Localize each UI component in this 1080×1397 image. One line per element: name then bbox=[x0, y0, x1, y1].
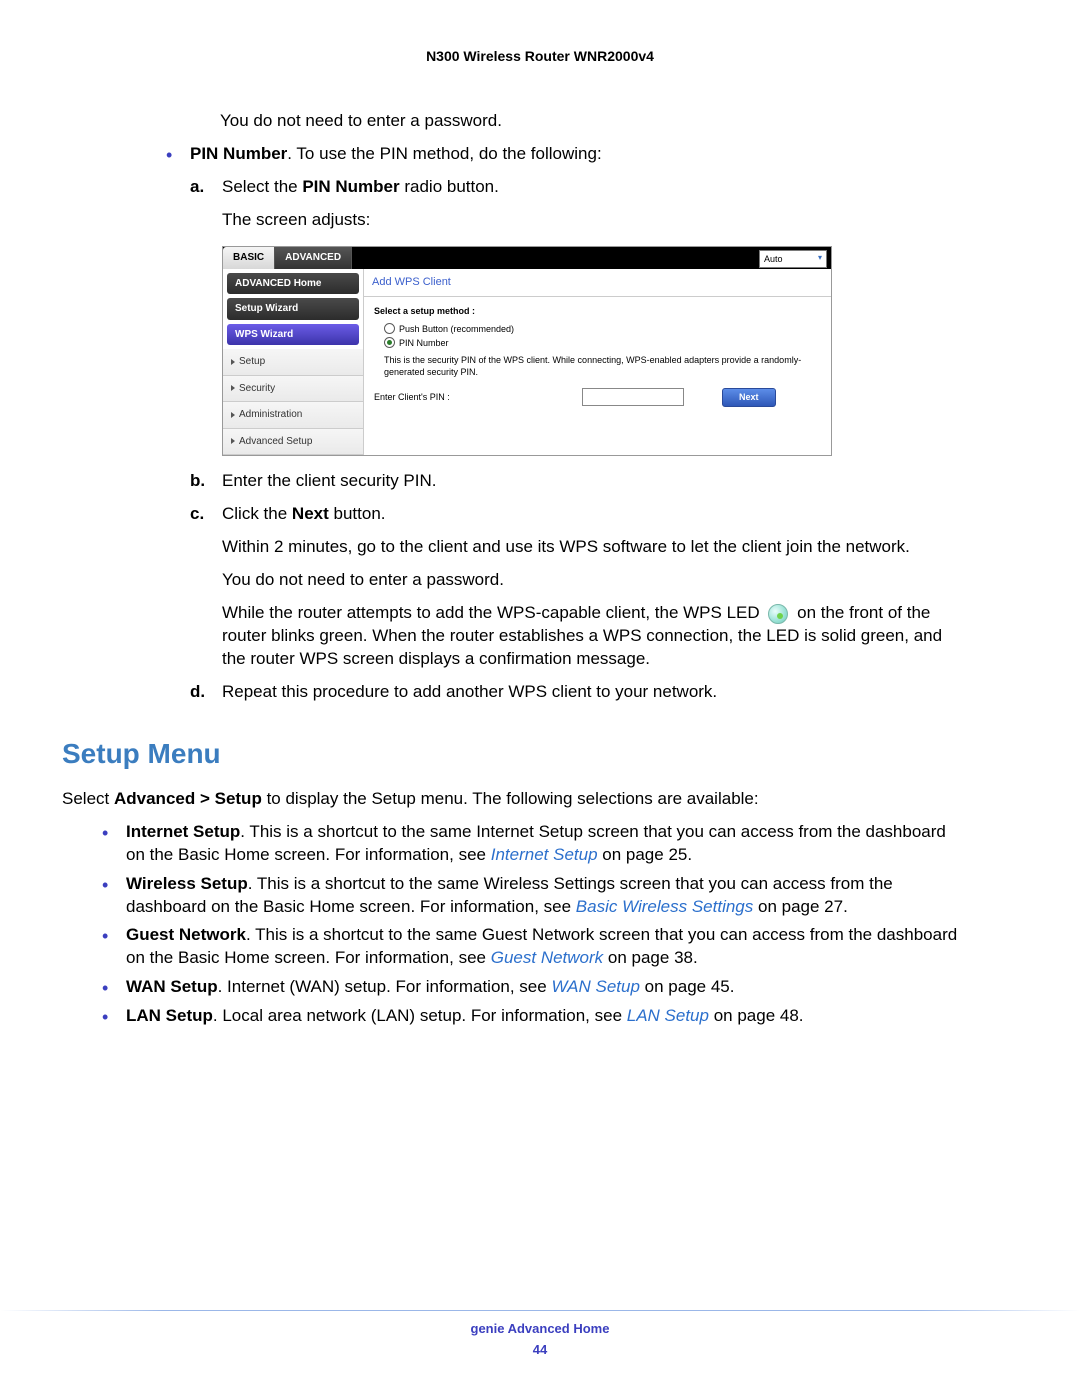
radio-icon bbox=[384, 323, 395, 334]
radio-pin-number[interactable]: PIN Number bbox=[384, 337, 821, 349]
tab-advanced[interactable]: ADVANCED bbox=[275, 247, 352, 269]
sidebar-advanced-setup[interactable]: Advanced Setup bbox=[223, 429, 363, 456]
step-c-para: Within 2 minutes, go to the client and u… bbox=[222, 536, 960, 559]
sidebar-administration[interactable]: Administration bbox=[223, 402, 363, 429]
panel-title: Add WPS Client bbox=[364, 269, 831, 297]
pin-bold: PIN Number bbox=[190, 144, 287, 163]
setup-intro: Select Advanced > Setup to display the S… bbox=[62, 788, 960, 811]
wan-text: . Internet (WAN) setup. For information,… bbox=[218, 977, 552, 996]
sidebar-adv-home[interactable]: ADVANCED Home bbox=[227, 273, 359, 295]
setup-intro-bold: Advanced > Setup bbox=[114, 789, 262, 808]
no-password-2: You do not need to enter a password. bbox=[222, 569, 960, 592]
step-a: a. Select the PIN Number radio button. T… bbox=[190, 176, 960, 456]
item-guest-network: Guest Network. This is a shortcut to the… bbox=[94, 924, 960, 970]
step-c-bold: Next bbox=[292, 504, 329, 523]
item-wan-setup: WAN Setup. Internet (WAN) setup. For inf… bbox=[94, 976, 960, 999]
pin-input-label: Enter Client's PIN : bbox=[374, 391, 574, 403]
guest-bold: Guest Network bbox=[126, 925, 246, 944]
dropdown-value: Auto bbox=[764, 253, 783, 265]
doc-header: N300 Wireless Router WNR2000v4 bbox=[0, 48, 1080, 64]
wps-led-pre: While the router attempts to add the WPS… bbox=[222, 603, 764, 622]
chevron-right-icon bbox=[231, 438, 235, 444]
chevron-right-icon bbox=[231, 385, 235, 391]
help-text: This is the security PIN of the WPS clie… bbox=[384, 355, 821, 378]
guest-after: on page 38. bbox=[603, 948, 698, 967]
link-internet-setup[interactable]: Internet Setup bbox=[491, 845, 598, 864]
pin-bullet: PIN Number. To use the PIN method, do th… bbox=[158, 143, 960, 704]
setup-intro-post: to display the Setup menu. The following… bbox=[262, 789, 759, 808]
screen-adjusts: The screen adjusts: bbox=[222, 209, 960, 232]
radio-icon bbox=[384, 337, 395, 348]
wan-after: on page 45. bbox=[640, 977, 735, 996]
internet-after: on page 25. bbox=[598, 845, 693, 864]
setup-menu-heading: Setup Menu bbox=[62, 738, 960, 770]
wps-led-para: While the router attempts to add the WPS… bbox=[222, 602, 960, 671]
sidebar-setup[interactable]: Setup bbox=[223, 349, 363, 376]
next-button[interactable]: Next bbox=[722, 388, 776, 406]
footer-title: genie Advanced Home bbox=[0, 1321, 1080, 1336]
lang-dropdown[interactable]: Auto ▾ bbox=[759, 250, 827, 268]
link-guest-network[interactable]: Guest Network bbox=[491, 948, 603, 967]
step-c-post: button. bbox=[329, 504, 386, 523]
wireless-after: on page 27. bbox=[753, 897, 848, 916]
step-a-bold: PIN Number bbox=[302, 177, 399, 196]
intro-para: You do not need to enter a password. bbox=[220, 110, 960, 133]
lan-bold: LAN Setup bbox=[126, 1006, 213, 1025]
sidebar-security[interactable]: Security bbox=[223, 376, 363, 403]
pin-input[interactable] bbox=[582, 388, 684, 406]
tab-basic[interactable]: BASIC bbox=[223, 247, 275, 269]
marker-d: d. bbox=[190, 681, 205, 704]
select-method-label: Select a setup method : bbox=[374, 305, 821, 317]
item-lan-setup: LAN Setup. Local area network (LAN) setu… bbox=[94, 1005, 960, 1028]
step-c: c. Click the Next button. Within 2 minut… bbox=[190, 503, 960, 671]
pin-rest: . To use the PIN method, do the followin… bbox=[287, 144, 601, 163]
chevron-right-icon bbox=[231, 412, 235, 418]
radio-pin-label: PIN Number bbox=[399, 337, 449, 349]
link-lan-setup[interactable]: LAN Setup bbox=[627, 1006, 709, 1025]
step-b: b. Enter the client security PIN. bbox=[190, 470, 960, 493]
marker-a: a. bbox=[190, 176, 204, 199]
step-b-text: Enter the client security PIN. bbox=[222, 471, 436, 490]
marker-c: c. bbox=[190, 503, 204, 526]
internet-bold: Internet Setup bbox=[126, 822, 240, 841]
sidebar-setup-wizard[interactable]: Setup Wizard bbox=[227, 298, 359, 320]
step-a-pre: Select the bbox=[222, 177, 302, 196]
sidebar-wps-wizard[interactable]: WPS Wizard bbox=[227, 324, 359, 346]
step-c-pre: Click the bbox=[222, 504, 292, 523]
lan-text: . Local area network (LAN) setup. For in… bbox=[213, 1006, 627, 1025]
link-wan-setup[interactable]: WAN Setup bbox=[551, 977, 640, 996]
lan-after: on page 48. bbox=[709, 1006, 804, 1025]
wireless-bold: Wireless Setup bbox=[126, 874, 248, 893]
sidebar-security-label: Security bbox=[239, 383, 275, 394]
wan-bold: WAN Setup bbox=[126, 977, 218, 996]
link-basic-wireless[interactable]: Basic Wireless Settings bbox=[576, 897, 753, 916]
setup-intro-pre: Select bbox=[62, 789, 114, 808]
chevron-right-icon bbox=[231, 359, 235, 365]
sidebar-administration-label: Administration bbox=[239, 409, 302, 420]
step-d-text: Repeat this procedure to add another WPS… bbox=[222, 682, 717, 701]
item-internet-setup: Internet Setup. This is a shortcut to th… bbox=[94, 821, 960, 867]
sidebar-advanced-setup-label: Advanced Setup bbox=[239, 436, 312, 447]
marker-b: b. bbox=[190, 470, 205, 493]
chevron-down-icon: ▾ bbox=[818, 253, 822, 264]
step-a-post: radio button. bbox=[400, 177, 499, 196]
step-d: d. Repeat this procedure to add another … bbox=[190, 681, 960, 704]
sidebar-setup-label: Setup bbox=[239, 356, 265, 367]
radio-push-label: Push Button (recommended) bbox=[399, 323, 514, 335]
item-wireless-setup: Wireless Setup. This is a shortcut to th… bbox=[94, 873, 960, 919]
footer-page-number: 44 bbox=[0, 1342, 1080, 1357]
wps-screenshot: BASIC ADVANCED Auto ▾ bbox=[222, 246, 832, 457]
wps-led-icon bbox=[768, 604, 788, 624]
radio-push-button[interactable]: Push Button (recommended) bbox=[384, 323, 821, 335]
